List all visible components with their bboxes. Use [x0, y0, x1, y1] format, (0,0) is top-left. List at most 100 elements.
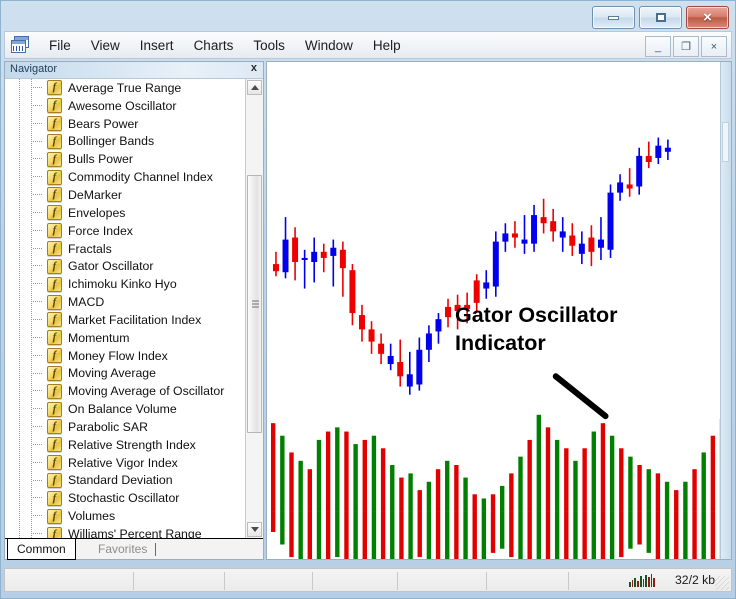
mdi-close-button[interactable]: ×: [701, 36, 727, 57]
list-item[interactable]: f Relative Strength Index: [5, 436, 263, 454]
chart-scrollbar[interactable]: [720, 62, 731, 559]
tab-favorites[interactable]: Favorites: [89, 539, 156, 559]
gator-bar-lower: [307, 511, 313, 559]
function-icon: f: [47, 80, 62, 96]
mdi-minimize-button[interactable]: _: [645, 36, 671, 57]
maximize-icon: [655, 13, 666, 22]
gator-bar-lower: [408, 511, 413, 559]
menu-charts[interactable]: Charts: [185, 35, 243, 56]
list-item[interactable]: f Momentum: [5, 329, 263, 347]
tree-elbow: [33, 336, 43, 338]
list-item[interactable]: f MACD: [5, 293, 263, 311]
gator-bar-upper: [518, 456, 523, 512]
indicator-list[interactable]: f Average True Range f Awesome Oscillator f B…: [5, 79, 263, 538]
list-item-label: Relative Vigor Index: [68, 455, 178, 470]
gator-bar-lower: [655, 511, 661, 559]
navigator-tree[interactable]: f Average True Range f Awesome Oscillator f B…: [5, 79, 263, 538]
list-item[interactable]: f Relative Vigor Index: [5, 454, 263, 472]
tree-elbow: [33, 408, 43, 410]
scroll-up-button[interactable]: [247, 80, 262, 95]
function-icon: f: [47, 401, 62, 417]
list-item[interactable]: f Gator Oscillator: [5, 257, 263, 275]
list-item[interactable]: f Money Flow Index: [5, 347, 263, 365]
tree-elbow: [33, 247, 43, 249]
gator-bar-lower: [481, 511, 487, 559]
gator-bar-upper: [472, 494, 477, 512]
gator-bar-lower: [316, 511, 322, 559]
scroll-down-button[interactable]: [247, 522, 262, 537]
list-item[interactable]: f Average True Range: [5, 79, 263, 97]
gator-bar-upper: [344, 431, 349, 512]
menu-file[interactable]: File: [40, 35, 80, 56]
candle-body: [655, 145, 662, 158]
function-icon: f: [47, 133, 62, 149]
tab-common[interactable]: Common: [7, 539, 76, 560]
candle-body: [578, 243, 585, 254]
function-icon: f: [47, 383, 62, 399]
candle-body: [339, 249, 346, 269]
chart-window[interactable]: Gator Oscillator Indicator: [266, 61, 732, 560]
menu-help[interactable]: Help: [364, 35, 410, 56]
list-item-label: Money Flow Index: [68, 348, 168, 363]
list-item[interactable]: f Standard Deviation: [5, 472, 263, 490]
gator-bar-lower: [573, 511, 578, 559]
chevron-down-icon: [250, 527, 259, 532]
chevron-up-icon: [250, 85, 259, 90]
list-item[interactable]: f Moving Average: [5, 365, 263, 383]
function-icon: f: [47, 330, 62, 346]
gator-bar-lower: [335, 511, 340, 558]
candle-body: [387, 355, 394, 365]
candle-body: [406, 374, 413, 387]
navigator-close-icon[interactable]: x: [251, 62, 257, 74]
gator-oscillator-series: [270, 414, 725, 559]
gator-bar-lower: [445, 511, 450, 559]
list-item[interactable]: f Moving Average of Oscillator: [5, 382, 263, 400]
list-item[interactable]: f On Balance Volume: [5, 400, 263, 418]
mdi-restore-button[interactable]: ❐: [673, 36, 699, 57]
list-item[interactable]: f Bears Power: [5, 115, 263, 133]
minimize-button[interactable]: [592, 6, 635, 29]
candle-body: [588, 237, 595, 252]
menu-view[interactable]: View: [82, 35, 129, 56]
function-icon: f: [47, 169, 62, 185]
list-item[interactable]: f Bollinger Bands: [5, 133, 263, 151]
list-item[interactable]: f Bulls Power: [5, 150, 263, 168]
list-item[interactable]: f Parabolic SAR: [5, 418, 263, 436]
candle-body: [359, 315, 365, 330]
status-divider: [133, 572, 134, 590]
menu-tools[interactable]: Tools: [244, 35, 294, 56]
menu-window[interactable]: Window: [296, 35, 362, 56]
list-item-label: Market Facilitation Index: [68, 312, 202, 327]
list-item[interactable]: f Envelopes: [5, 204, 263, 222]
list-item[interactable]: f Stochastic Oscillator: [5, 489, 263, 507]
list-item[interactable]: f Market Facilitation Index: [5, 311, 263, 329]
list-item[interactable]: f Volumes: [5, 507, 263, 525]
list-item[interactable]: f Williams' Percent Range: [5, 525, 263, 538]
signal-bar: [639, 576, 642, 587]
chart-scrollbar-thumb[interactable]: [722, 122, 729, 162]
maximize-button[interactable]: [639, 6, 682, 29]
close-button[interactable]: ×: [686, 6, 729, 29]
list-item[interactable]: f Ichimoku Kinko Hyo: [5, 275, 263, 293]
scrollbar-thumb[interactable]: [247, 175, 262, 433]
resize-grip-icon[interactable]: [715, 576, 729, 590]
status-bar: 32/2 kb: [4, 568, 732, 592]
gator-bar-lower: [710, 511, 716, 559]
candle-body: [540, 217, 547, 224]
list-item[interactable]: f DeMarker: [5, 186, 263, 204]
list-item[interactable]: f Force Index: [5, 222, 263, 240]
signal-bar: [645, 575, 647, 587]
menu-insert[interactable]: Insert: [131, 35, 183, 56]
gator-bar-upper: [316, 439, 322, 512]
gator-bar-lower: [628, 511, 633, 549]
signal-bar: [647, 577, 650, 587]
gator-bar-lower: [582, 511, 587, 559]
list-item-label: Relative Strength Index: [68, 437, 196, 452]
candle-body: [531, 215, 538, 244]
list-item[interactable]: f Fractals: [5, 240, 263, 258]
candle-body: [559, 231, 566, 238]
navigator-scrollbar[interactable]: [245, 79, 263, 538]
list-item[interactable]: f Awesome Oscillator: [5, 97, 263, 115]
list-item[interactable]: f Commodity Channel Index: [5, 168, 263, 186]
gator-bar-lower: [353, 511, 358, 559]
